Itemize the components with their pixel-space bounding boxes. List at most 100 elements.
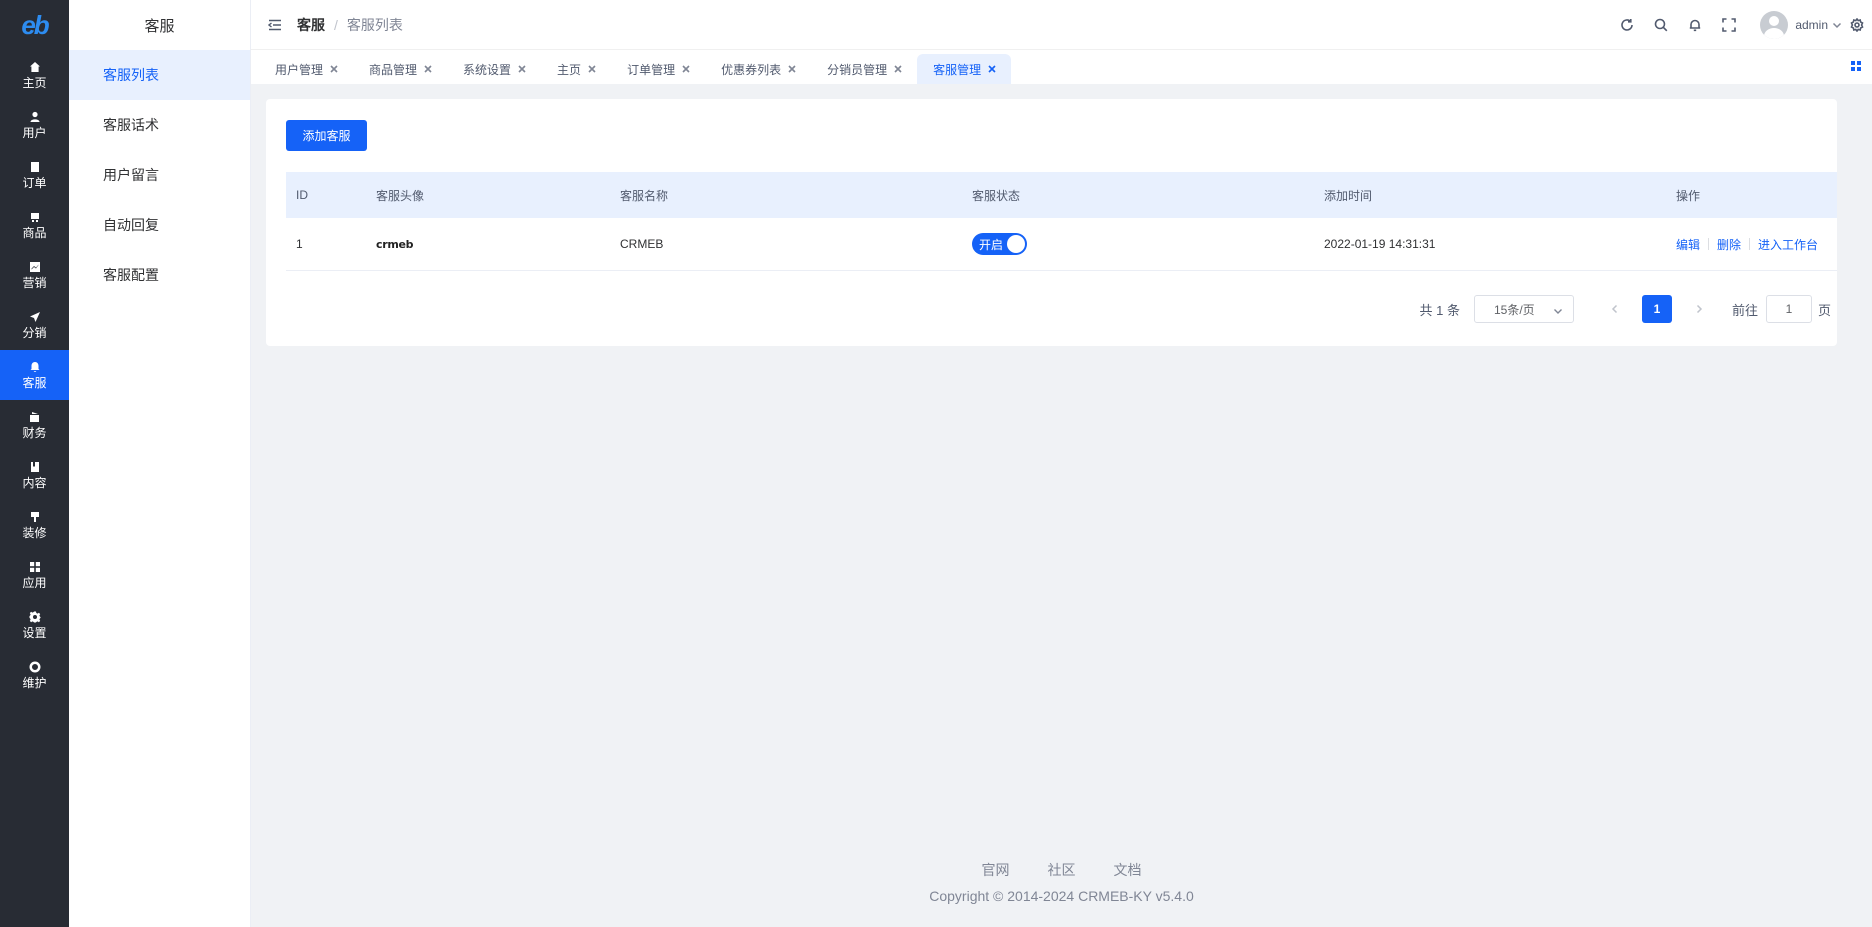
rail-item-label: 营销 bbox=[22, 276, 47, 290]
top-header: 客服 / 客服列表 admin bbox=[251, 0, 1872, 50]
page-size-value: 15条/页 bbox=[1493, 302, 1535, 317]
content-card: 添加客服 ID 客服头像 客服名称 客服状态 添加时间 操作 1 crmeb C… bbox=[266, 99, 1837, 346]
rail-item-goods[interactable]: 商品 bbox=[0, 200, 69, 250]
rail-item-finance[interactable]: 财务 bbox=[0, 400, 69, 450]
tab-user-management[interactable]: 用户管理 bbox=[259, 54, 353, 84]
service-icon bbox=[28, 360, 42, 374]
menu-collapse-icon[interactable] bbox=[267, 17, 283, 33]
rail-item-label: 主页 bbox=[22, 76, 47, 90]
footer-link-community[interactable]: 社区 bbox=[1048, 860, 1076, 880]
breadcrumb-item-service[interactable]: 客服 bbox=[297, 15, 325, 35]
close-icon[interactable] bbox=[681, 64, 691, 74]
tab-order-management[interactable]: 订单管理 bbox=[611, 54, 705, 84]
cell-avatar: crmeb bbox=[366, 237, 610, 251]
rail-item-apps[interactable]: 应用 bbox=[0, 550, 69, 600]
rail-item-label: 商品 bbox=[22, 226, 47, 240]
rail-item-label: 设置 bbox=[22, 626, 47, 640]
divider bbox=[1749, 238, 1751, 250]
submenu-item-user-messages[interactable]: 用户留言 bbox=[69, 150, 250, 200]
prev-page-button[interactable] bbox=[1600, 295, 1630, 323]
tab-label: 客服管理 bbox=[933, 62, 982, 77]
grid-icon[interactable] bbox=[1850, 60, 1862, 72]
rail-item-content[interactable]: 内容 bbox=[0, 450, 69, 500]
rail-item-home[interactable]: 主页 bbox=[0, 50, 69, 100]
goto-page-input[interactable] bbox=[1765, 295, 1812, 323]
gear-icon[interactable] bbox=[1846, 0, 1868, 50]
service-table: ID 客服头像 客服名称 客服状态 添加时间 操作 1 crmeb CRMEB … bbox=[286, 172, 1837, 271]
rail-item-user[interactable]: 用户 bbox=[0, 100, 69, 150]
breadcrumb: 客服 / 客服列表 bbox=[297, 15, 403, 35]
goto-page: 前往 页 bbox=[1732, 295, 1831, 323]
page-size-select[interactable]: 15条/页 bbox=[1473, 295, 1574, 323]
enter-workbench-link[interactable]: 进入工作台 bbox=[1758, 236, 1818, 253]
next-page-button[interactable] bbox=[1684, 295, 1714, 323]
close-icon[interactable] bbox=[517, 64, 527, 74]
user-avatar[interactable] bbox=[1760, 11, 1789, 39]
eb-logo[interactable]: eb bbox=[0, 0, 69, 50]
cell-id: 1 bbox=[296, 237, 303, 251]
status-toggle[interactable]: 开启 bbox=[972, 233, 1027, 255]
rail-item-label: 分销 bbox=[22, 326, 47, 340]
close-icon[interactable] bbox=[987, 64, 997, 74]
apps-icon bbox=[28, 560, 42, 574]
tab-label: 用户管理 bbox=[275, 62, 324, 77]
rail-item-marketing[interactable]: 营销 bbox=[0, 250, 69, 300]
submenu-item-auto-reply[interactable]: 自动回复 bbox=[69, 200, 250, 250]
close-icon[interactable] bbox=[893, 64, 903, 74]
footer-link-docs[interactable]: 文档 bbox=[1114, 860, 1142, 880]
column-header-ops: 操作 bbox=[1676, 188, 1701, 203]
tab-label: 主页 bbox=[557, 62, 582, 77]
tab-label: 商品管理 bbox=[369, 62, 418, 77]
username[interactable]: admin bbox=[1795, 18, 1828, 32]
rail-item-service[interactable]: 客服 bbox=[0, 350, 69, 400]
rail-item-maintenance[interactable]: 维护 bbox=[0, 650, 69, 700]
content-icon bbox=[28, 460, 42, 474]
tab-label: 订单管理 bbox=[627, 62, 676, 77]
tab-distributor-management[interactable]: 分销员管理 bbox=[811, 54, 917, 84]
close-icon[interactable] bbox=[329, 64, 339, 74]
submenu-item-service-phrases[interactable]: 客服话术 bbox=[69, 100, 250, 150]
refresh-icon[interactable] bbox=[1610, 0, 1644, 50]
edit-link[interactable]: 编辑 bbox=[1676, 236, 1700, 253]
toggle-knob bbox=[1007, 235, 1025, 253]
submenu-item-service-config[interactable]: 客服配置 bbox=[69, 250, 250, 300]
divider bbox=[1708, 238, 1710, 250]
add-service-button[interactable]: 添加客服 bbox=[286, 120, 367, 151]
rail-item-settings[interactable]: 设置 bbox=[0, 600, 69, 650]
fullscreen-icon[interactable] bbox=[1712, 0, 1746, 50]
rail-item-decoration[interactable]: 装修 bbox=[0, 500, 69, 550]
table-row: 1 crmeb CRMEB 开启 2022-01-19 14:31:31 编辑 … bbox=[286, 218, 1837, 271]
chevron-down-icon[interactable] bbox=[1832, 20, 1842, 30]
breadcrumb-item-service-list: 客服列表 bbox=[346, 16, 403, 33]
tab-system-settings[interactable]: 系统设置 bbox=[447, 54, 541, 84]
column-header-time: 添加时间 bbox=[1324, 188, 1373, 203]
tab-home[interactable]: 主页 bbox=[541, 54, 611, 84]
finance-icon bbox=[28, 410, 42, 424]
close-icon[interactable] bbox=[423, 64, 433, 74]
tab-service-management[interactable]: 客服管理 bbox=[917, 54, 1012, 84]
column-header-id: ID bbox=[296, 188, 308, 202]
footer-link-official-site[interactable]: 官网 bbox=[982, 860, 1010, 880]
page-number-current[interactable]: 1 bbox=[1641, 295, 1672, 323]
tab-goods-management[interactable]: 商品管理 bbox=[353, 54, 447, 84]
bell-icon[interactable] bbox=[1678, 0, 1712, 50]
close-icon[interactable] bbox=[587, 64, 597, 74]
crmeb-logo[interactable]: crmeb bbox=[376, 238, 414, 251]
goods-icon bbox=[28, 210, 42, 224]
delete-link[interactable]: 删除 bbox=[1717, 236, 1741, 253]
rail-item-distribution[interactable]: 分销 bbox=[0, 300, 69, 350]
footer: 官网 社区 文档 Copyright © 2014-2024 CRMEB-KY … bbox=[251, 860, 1872, 904]
pagination-total: 共 1 条 bbox=[1419, 302, 1460, 318]
rail-item-label: 订单 bbox=[22, 176, 47, 190]
cell-ops: 编辑 删除 进入工作台 bbox=[1666, 236, 1837, 253]
chevron-down-icon bbox=[1553, 305, 1563, 315]
home-icon bbox=[28, 60, 42, 74]
close-icon[interactable] bbox=[787, 64, 797, 74]
marketing-icon bbox=[28, 260, 42, 274]
tab-coupon-list[interactable]: 优惠券列表 bbox=[705, 54, 811, 84]
main-nav-rail: eb 主页 用户 订单 商品 营销 分销 客服 财务 内容 装修 应用 设置 维… bbox=[0, 0, 69, 927]
rail-item-order[interactable]: 订单 bbox=[0, 150, 69, 200]
rail-item-label: 客服 bbox=[22, 376, 47, 390]
submenu-item-service-list[interactable]: 客服列表 bbox=[69, 50, 250, 100]
search-icon[interactable] bbox=[1644, 0, 1678, 50]
